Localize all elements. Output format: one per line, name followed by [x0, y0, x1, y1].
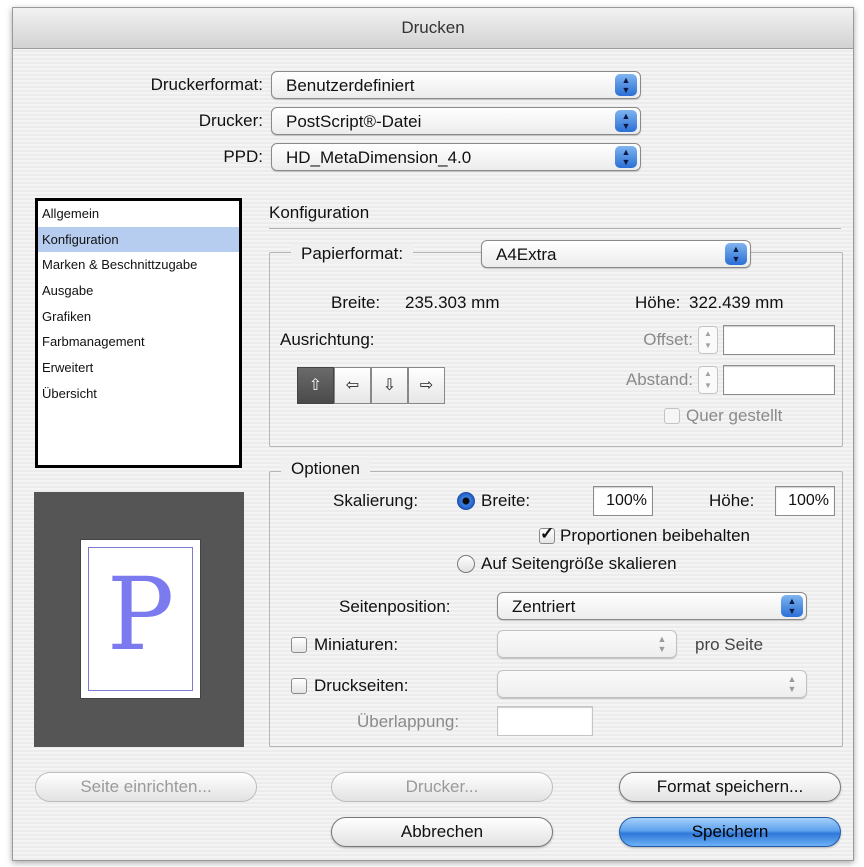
- scale-width-field[interactable]: 100%: [593, 486, 653, 516]
- tiles-checkbox[interactable]: [291, 678, 307, 694]
- thumbnails-checkbox[interactable]: [291, 637, 307, 653]
- thumbnails-label: Miniaturen:: [314, 635, 399, 654]
- dialog-title: Drucken: [13, 8, 853, 49]
- printer-value: PostScript®-Datei: [286, 112, 422, 131]
- per-page-label: pro Seite: [695, 635, 764, 654]
- sidebar-item-erweitert[interactable]: Erweitert: [38, 355, 239, 381]
- paper-width-label: Breite:: [331, 293, 381, 312]
- paper-height-label: Höhe:: [635, 293, 681, 312]
- sidebar-item-farbmanagement[interactable]: Farbmanagement: [38, 329, 239, 355]
- sidebar-item-ausgabe[interactable]: Ausgabe: [38, 278, 239, 304]
- cancel-button[interactable]: Abbrechen: [331, 817, 553, 847]
- paper-size-label: Papierformat:: [291, 244, 414, 264]
- thumbnails-popup[interactable]: ▲ ▼: [497, 630, 677, 658]
- printer-preset-label: Druckerformat:: [150, 75, 263, 94]
- overlap-label: Überlappung:: [357, 712, 460, 731]
- scaling-label: Skalierung:: [333, 491, 419, 510]
- sidebar-item-marken[interactable]: Marken & Beschnittzugabe: [38, 252, 239, 278]
- section-divider: [269, 228, 841, 229]
- printer-button[interactable]: Drucker...: [331, 772, 553, 802]
- tiles-popup[interactable]: ▲ ▼: [497, 670, 807, 698]
- fit-to-page-label: Auf Seitengröße skalieren: [481, 554, 677, 573]
- ppd-label: PPD:: [223, 147, 263, 166]
- gap-label: Abstand:: [625, 370, 693, 389]
- popup-arrows-icon: ▲ ▼: [615, 146, 637, 168]
- ppd-popup[interactable]: HD_MetaDimension_4.0 ▲ ▼: [271, 143, 641, 171]
- printer-preset-value: Benutzerdefiniert: [286, 76, 415, 95]
- sidebar-item-allgemein[interactable]: Allgemein: [38, 201, 239, 227]
- keep-proportions-checkbox[interactable]: ✓: [539, 524, 555, 544]
- page-setup-button[interactable]: Seite einrichten...: [35, 772, 257, 802]
- orientation-reverse-portrait-icon[interactable]: ⇩: [371, 367, 408, 404]
- overlap-field[interactable]: [497, 706, 593, 736]
- printer-popup[interactable]: PostScript®-Datei ▲ ▼: [271, 107, 641, 135]
- popup-arrows-icon: ▲ ▼: [615, 74, 637, 96]
- checkmark-icon: ✓: [540, 524, 555, 543]
- offset-stepper[interactable]: ▲ ▼: [698, 326, 718, 354]
- preview-page-border: P: [88, 547, 193, 691]
- paper-width-value: 235.303 mm: [405, 293, 500, 312]
- transverse-checkbox[interactable]: [664, 408, 680, 424]
- sidebar-item-uebersicht[interactable]: Übersicht: [38, 381, 239, 407]
- popup-arrows-icon: ▲ ▼: [787, 674, 797, 694]
- preview-glyph: P: [106, 556, 175, 673]
- transverse-label: Quer gestellt: [686, 406, 783, 425]
- page-position-label: Seitenposition:: [339, 597, 451, 616]
- scale-width-label: Breite:: [481, 491, 531, 510]
- offset-field[interactable]: [723, 325, 835, 355]
- scale-height-field[interactable]: 100%: [775, 486, 835, 516]
- paper-size-value: A4Extra: [496, 245, 557, 264]
- ppd-value: HD_MetaDimension_4.0: [286, 148, 472, 167]
- popup-arrows-icon: ▲ ▼: [657, 634, 667, 654]
- orientation-landscape-icon[interactable]: ⇦: [334, 367, 371, 404]
- keep-proportions-label: Proportionen beibehalten: [560, 526, 750, 545]
- scale-width-radio[interactable]: [457, 492, 475, 510]
- print-dialog: Drucken Druckerformat: Benutzerdefiniert…: [12, 7, 854, 861]
- options-title: Optionen: [281, 459, 370, 479]
- tiles-label: Druckseiten:: [314, 676, 409, 695]
- popup-arrows-icon: ▲ ▼: [781, 595, 803, 617]
- popup-arrows-icon: ▲ ▼: [615, 110, 637, 132]
- gap-field[interactable]: [723, 365, 835, 395]
- fit-to-page-radio[interactable]: [457, 555, 475, 573]
- paper-size-popup[interactable]: A4Extra ▲ ▼: [481, 240, 751, 268]
- scale-height-label: Höhe:: [709, 491, 755, 510]
- save-preset-button[interactable]: Format speichern...: [619, 772, 841, 802]
- page-position-value: Zentriert: [512, 597, 576, 616]
- sidebar-item-konfiguration[interactable]: Konfiguration: [38, 226, 239, 253]
- preview-page: P: [81, 540, 200, 698]
- panel-list: Allgemein Konfiguration Marken & Beschni…: [35, 198, 242, 468]
- orientation-label: Ausrichtung:: [280, 330, 375, 349]
- printer-preset-popup[interactable]: Benutzerdefiniert ▲ ▼: [271, 71, 641, 99]
- paper-height-value: 322.439 mm: [689, 293, 784, 312]
- orientation-reverse-landscape-icon[interactable]: ⇨: [408, 367, 445, 404]
- popup-arrows-icon: ▲ ▼: [725, 243, 747, 265]
- sidebar-item-grafiken[interactable]: Grafiken: [38, 304, 239, 330]
- save-button[interactable]: Speichern: [619, 817, 841, 847]
- printer-label: Drucker:: [198, 111, 263, 130]
- orientation-portrait-icon[interactable]: ⇧: [297, 367, 334, 404]
- offset-label: Offset:: [643, 330, 693, 349]
- gap-stepper[interactable]: ▲ ▼: [698, 366, 718, 394]
- page-preview: P: [34, 492, 244, 747]
- page-position-popup[interactable]: Zentriert ▲ ▼: [497, 592, 807, 620]
- section-title-konfiguration: Konfiguration: [269, 203, 370, 222]
